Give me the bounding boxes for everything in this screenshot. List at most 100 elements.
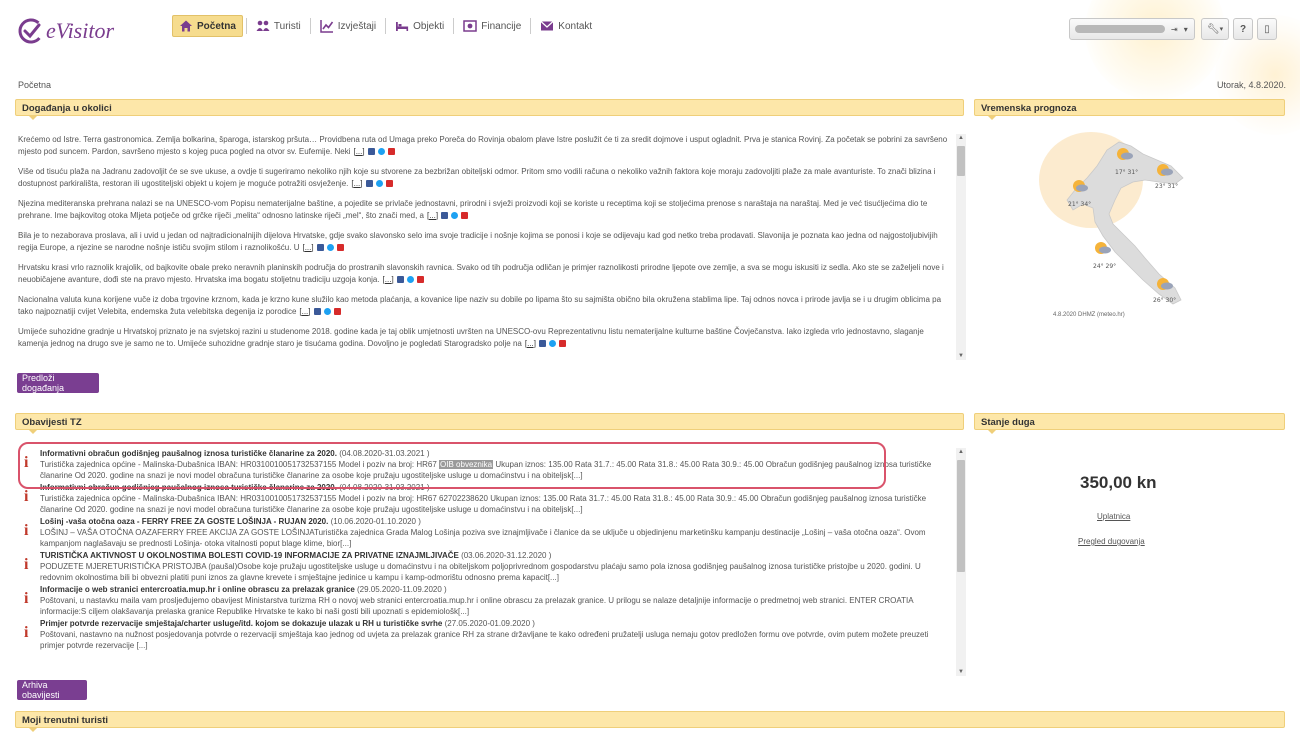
event-more-link[interactable]: [...]: [299, 307, 310, 316]
notice-body: Turistička zajednica općine - Malinska-D…: [40, 459, 953, 481]
payment-slip-link[interactable]: Uplatnica: [1097, 512, 1130, 521]
notice-item[interactable]: i Informativni obračun godišnjeg paušalno…: [18, 482, 953, 515]
notice-item[interactable]: i TURISTIČKA AKTIVNOST U OKOLNOSTIMA BOLE…: [18, 550, 953, 583]
event-item: Njezina mediteranska prehrana nalazi se …: [18, 198, 953, 221]
debt-panel-header: Stanje duga: [974, 413, 1285, 434]
logout-icon: ⇥: [1171, 24, 1178, 34]
notice-title[interactable]: Primjer potvrde rezervacije smještaja/ch…: [40, 618, 953, 629]
notice-body: Turistička zajednica općine - Malinska-D…: [40, 493, 953, 515]
notifications-button[interactable]: ▯: [1257, 18, 1277, 40]
notice-title[interactable]: Informativni obračun godišnjeg paušalnog…: [40, 448, 953, 459]
notice-title[interactable]: Lošinj -vaša otočna oaza - FERRY FREE ZA…: [40, 516, 953, 527]
scroll-down-icon[interactable]: ▼: [956, 352, 966, 360]
mail-icon: [540, 21, 554, 31]
info-icon: i: [24, 556, 29, 573]
notices-archive-button[interactable]: Arhiva obavijesti: [17, 680, 87, 700]
notice-body: PODUZETE MJERETURISTIČKA PRISTOJBA (pauš…: [40, 561, 953, 583]
youtube-share-icon[interactable]: [336, 243, 344, 251]
weather-map[interactable]: 21° 34° 17° 31° 23° 31° 24° 29° 26° 30°: [1035, 128, 1195, 318]
notice-item[interactable]: i Informacije o web stranici entercroatia…: [18, 584, 953, 617]
event-more-link[interactable]: [...]: [427, 211, 438, 220]
user-menu-dropdown[interactable]: ⇥ ▾: [1069, 18, 1195, 40]
info-icon: i: [24, 488, 29, 505]
scroll-up-icon[interactable]: ▲: [956, 134, 966, 142]
event-item: Više od tisuću plaža na Jadranu zadovolj…: [18, 166, 953, 189]
notice-title[interactable]: Informacije o web stranici entercroatia.…: [40, 584, 953, 595]
facebook-share-icon[interactable]: [539, 339, 546, 347]
nav-item-financije[interactable]: Financije: [457, 15, 527, 37]
youtube-share-icon[interactable]: [559, 339, 566, 347]
facebook-share-icon[interactable]: [367, 147, 375, 155]
notice-body-text: Poštovani, nastavno na nužnost posjedova…: [40, 630, 929, 650]
weather-temp: 24° 29°: [1093, 263, 1116, 270]
twitter-share-icon[interactable]: [377, 147, 385, 155]
redacted-oib-highlight: OIB obveznika: [439, 460, 494, 469]
app-logo[interactable]: eVisitor: [18, 14, 114, 48]
notices-scrollbar[interactable]: ▲ ▼: [956, 448, 966, 676]
suggest-events-button[interactable]: Predloži događanja: [17, 373, 99, 393]
current-date: Utorak, 4.8.2020.: [1216, 80, 1286, 90]
scroll-up-icon[interactable]: ▲: [956, 448, 966, 456]
current-tourists-panel-title: Moji trenutni turisti: [22, 715, 109, 726]
events-panel-header: Događanja u okolici: [15, 99, 964, 120]
event-text: Krećemo od Istre. Terra gastronomica. Ze…: [18, 135, 948, 156]
youtube-share-icon[interactable]: [387, 147, 395, 155]
info-icon: i: [24, 590, 29, 607]
facebook-share-icon[interactable]: [441, 211, 449, 219]
event-more-link[interactable]: [...]: [351, 179, 362, 188]
event-text: Više od tisuću plaža na Jadranu zadovolj…: [18, 167, 936, 188]
home-icon: [180, 20, 192, 32]
twitter-share-icon[interactable]: [375, 179, 383, 187]
scroll-thumb[interactable]: [957, 460, 965, 572]
logo-checkmark-icon: [18, 18, 44, 44]
nav-label: Financije: [481, 20, 522, 32]
event-more-link[interactable]: [...]: [302, 243, 313, 252]
youtube-share-icon[interactable]: [385, 179, 393, 187]
facebook-share-icon[interactable]: [365, 179, 373, 187]
youtube-share-icon[interactable]: [416, 275, 424, 283]
notice-title[interactable]: Informativni obračun godišnjeg paušalnog…: [40, 482, 953, 493]
chevron-down-icon: ▾: [1219, 26, 1224, 33]
twitter-share-icon[interactable]: [451, 211, 459, 219]
twitter-share-icon[interactable]: [406, 275, 414, 283]
nav-item-izvjestaji[interactable]: Izvještaji: [314, 15, 382, 37]
nav-item-kontakt[interactable]: Kontakt: [534, 15, 598, 37]
twitter-share-icon[interactable]: [326, 243, 334, 251]
weather-temp: 23° 31°: [1155, 183, 1178, 190]
facebook-share-icon[interactable]: [313, 307, 321, 315]
nav-divider: [245, 18, 247, 34]
panel-pointer: [28, 429, 38, 434]
scroll-thumb[interactable]: [957, 146, 965, 176]
youtube-share-icon[interactable]: [461, 211, 469, 219]
facebook-share-icon[interactable]: [316, 243, 324, 251]
notice-item[interactable]: i Primjer potvrde rezervacije smještaja/c…: [18, 618, 953, 651]
tools-menu-button[interactable]: 🔧︎ ▾: [1201, 18, 1229, 40]
notice-title-text: Lošinj -vaša otočna oaza - FERRY FREE ZA…: [40, 517, 329, 526]
help-button[interactable]: ?: [1233, 18, 1253, 40]
nav-item-pocetna[interactable]: Početna: [172, 15, 243, 37]
event-more-link[interactable]: [...]: [525, 339, 536, 348]
notice-title[interactable]: TURISTIČKA AKTIVNOST U OKOLNOSTIMA BOLES…: [40, 550, 953, 561]
info-icon: i: [24, 454, 29, 471]
debt-panel-title: Stanje duga: [981, 417, 1035, 428]
notice-body: Poštovani, nastavno na nužnost posjedova…: [40, 629, 953, 651]
event-item: Bila je to nezaborava proslava, ali i uv…: [18, 230, 953, 253]
notices-list[interactable]: i Informativni obračun godišnjeg paušalno…: [18, 448, 953, 676]
event-more-link[interactable]: [...]: [383, 275, 394, 284]
nav-item-turisti[interactable]: Turisti: [250, 15, 307, 37]
nav-item-objekti[interactable]: Objekti: [389, 15, 450, 37]
twitter-share-icon[interactable]: [549, 339, 556, 347]
notice-item[interactable]: i Lošinj -vaša otočna oaza - FERRY FREE Z…: [18, 516, 953, 549]
event-item: Umijeće suhozidne gradnje u Hrvatskoj pr…: [18, 326, 953, 349]
facebook-share-icon[interactable]: [396, 275, 404, 283]
scroll-down-icon[interactable]: ▼: [956, 668, 966, 676]
youtube-share-icon[interactable]: [333, 307, 341, 315]
twitter-share-icon[interactable]: [323, 307, 331, 315]
notice-dates: (10.06.2020-01.10.2020 ): [330, 517, 421, 526]
events-list[interactable]: Krećemo od Istre. Terra gastronomica. Ze…: [18, 134, 953, 359]
event-more-link[interactable]: [...]: [353, 147, 364, 156]
debt-overview-link[interactable]: Pregled dugovanja: [1078, 537, 1145, 546]
events-scrollbar[interactable]: ▲ ▼: [956, 134, 966, 360]
weather-panel-title: Vremenska prognoza: [981, 103, 1077, 114]
notice-item[interactable]: i Informativni obračun godišnjeg paušalno…: [18, 448, 953, 481]
